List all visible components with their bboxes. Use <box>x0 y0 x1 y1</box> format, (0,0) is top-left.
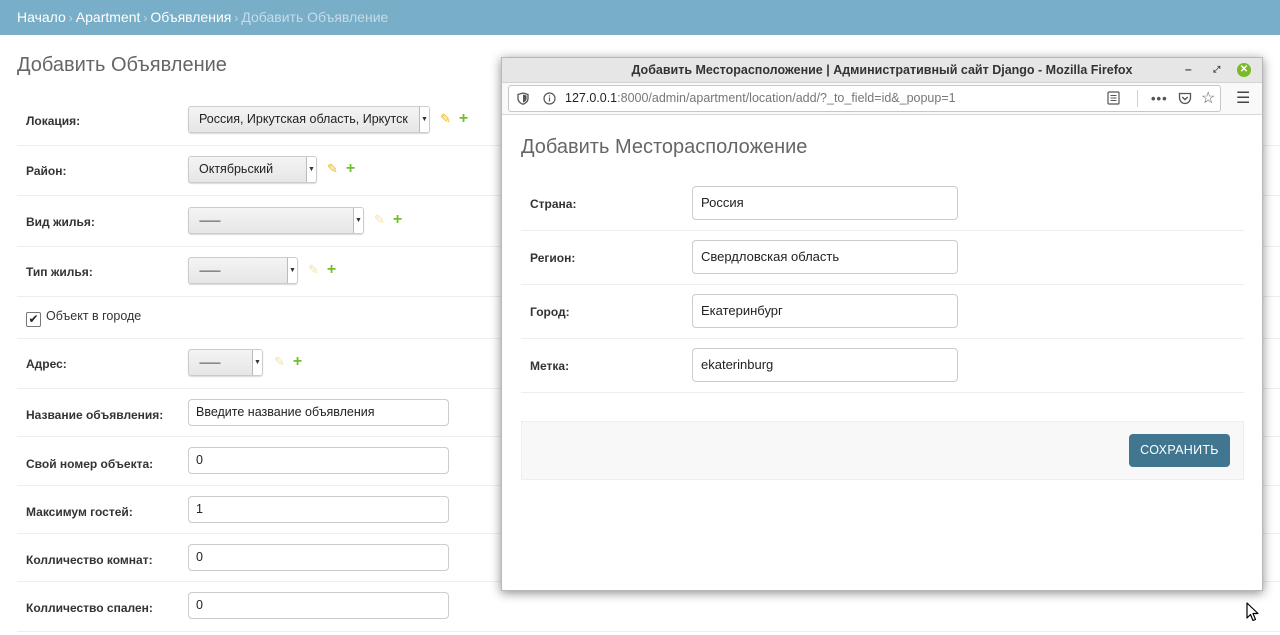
region-input[interactable]: Свердловская область <box>692 240 958 274</box>
form-row-slug: Метка: ekaterinburg <box>521 339 1244 393</box>
minimize-icon[interactable]: – <box>1185 58 1192 83</box>
in-city-label: Объект в городе <box>46 309 142 323</box>
window-title: Добавить Месторасположение | Администрат… <box>631 63 1133 77</box>
chevron-down-icon <box>353 208 363 233</box>
more-icon[interactable]: ••• <box>1151 86 1168 111</box>
url-text[interactable]: 127.0.0.1:8000/admin/apartment/location/… <box>565 86 956 111</box>
max-guests-input[interactable]: 1 <box>188 496 449 523</box>
mouse-cursor-icon <box>1246 602 1259 622</box>
breadcrumb-separator: › <box>234 11 239 25</box>
location-select[interactable]: Россия, Иркутская область, Иркутск <box>188 106 430 133</box>
slug-label: Метка: <box>530 359 570 373</box>
url-bar-divider <box>1137 90 1138 107</box>
title-input[interactable]: Введите название объявления <box>188 399 449 426</box>
in-city-checkbox-row: ✔ Объект в городе <box>26 309 141 327</box>
city-label: Город: <box>530 305 570 319</box>
popup-window: Добавить Месторасположение | Администрат… <box>501 57 1263 591</box>
close-icon[interactable]: ✕ <box>1237 63 1251 77</box>
own-number-input[interactable]: 0 <box>188 447 449 474</box>
rooms-input[interactable]: 0 <box>188 544 449 571</box>
plus-icon[interactable]: + <box>327 261 336 278</box>
pencil-icon: ✎ <box>374 212 385 227</box>
housing-type-select[interactable]: --------- <box>188 257 298 284</box>
housing-type-select-value: --------- <box>199 266 221 277</box>
city-input[interactable]: Екатеринбург <box>692 294 958 328</box>
pocket-icon[interactable] <box>1178 86 1192 111</box>
breadcrumb-separator: › <box>143 11 148 25</box>
url-bar[interactable]: 127.0.0.1:8000/admin/apartment/location/… <box>508 85 1221 112</box>
district-select[interactable]: Октябрьский <box>188 156 317 183</box>
chevron-down-icon <box>419 107 429 132</box>
star-icon[interactable]: ☆ <box>1201 86 1215 111</box>
housing-kind-select[interactable]: --------- <box>188 207 364 234</box>
breadcrumb-home-link[interactable]: Начало <box>17 9 66 25</box>
pencil-icon: ✎ <box>308 262 319 277</box>
maximize-icon[interactable]: ⤢ <box>1213 58 1220 83</box>
reader-view-icon[interactable] <box>1107 86 1120 111</box>
district-select-value: Октябрьский <box>199 162 274 176</box>
address-select[interactable]: --------- <box>188 349 263 376</box>
rooms-label: Колличество комнат: <box>26 553 153 567</box>
url-path: :8000/admin/apartment/location/add/?_to_… <box>617 91 956 105</box>
pencil-icon[interactable]: ✎ <box>440 111 451 127</box>
form-row-city: Город: Екатеринбург <box>521 285 1244 339</box>
plus-icon[interactable]: + <box>346 160 355 177</box>
window-titlebar[interactable]: Добавить Месторасположение | Администрат… <box>502 58 1262 83</box>
country-label: Страна: <box>530 197 577 211</box>
save-button[interactable]: СОХРАНИТЬ <box>1129 434 1230 467</box>
shield-icon[interactable] <box>517 86 529 111</box>
chevron-down-icon <box>306 157 316 182</box>
slug-input[interactable]: ekaterinburg <box>692 348 958 382</box>
breadcrumb: Начало › Apartment › Объявления › Добавить Объ… <box>0 0 1280 35</box>
form-row-region: Регион: Свердловская область <box>521 231 1244 285</box>
country-input[interactable]: Россия <box>692 186 958 220</box>
address-select-value: --------- <box>199 358 221 369</box>
breadcrumb-app-link[interactable]: Apartment <box>76 9 141 25</box>
page-title: Добавить Объявление <box>17 54 227 76</box>
title-label: Название объявления: <box>26 408 164 422</box>
housing-type-label: Тип жилья: <box>26 265 93 279</box>
form-row-country: Страна: Россия <box>521 177 1244 231</box>
address-label: Адрес: <box>26 357 67 371</box>
housing-kind-select-value: --------- <box>199 216 221 227</box>
breadcrumb-separator: › <box>68 11 73 25</box>
breadcrumb-model-link[interactable]: Объявления <box>150 9 231 25</box>
max-guests-label: Максимум гостей: <box>26 505 133 519</box>
plus-icon[interactable]: + <box>393 211 402 228</box>
location-label: Локация: <box>26 114 81 128</box>
bedrooms-label: Колличество спален: <box>26 601 153 615</box>
breadcrumb-current: Добавить Объявление <box>241 9 389 25</box>
pencil-icon: ✎ <box>274 354 285 369</box>
housing-kind-label: Вид жилья: <box>26 215 95 229</box>
info-icon[interactable] <box>543 86 556 111</box>
own-number-label: Свой номер объекта: <box>26 457 154 471</box>
submit-row: СОХРАНИТЬ <box>521 421 1244 480</box>
chevron-down-icon <box>287 258 297 283</box>
location-select-value: Россия, Иркутская область, Иркутск <box>199 112 408 126</box>
plus-icon[interactable]: + <box>293 353 302 370</box>
browser-toolbar: 127.0.0.1:8000/admin/apartment/location/… <box>502 83 1262 115</box>
in-city-checkbox[interactable]: ✔ <box>26 312 41 327</box>
pencil-icon[interactable]: ✎ <box>327 161 338 177</box>
hamburger-icon[interactable]: ☰ <box>1236 83 1250 115</box>
popup-page-title: Добавить Месторасположение <box>521 136 808 158</box>
chevron-down-icon <box>252 350 262 375</box>
region-label: Регион: <box>530 251 576 265</box>
bedrooms-input[interactable]: 0 <box>188 592 449 619</box>
district-label: Район: <box>26 164 67 178</box>
plus-icon[interactable]: + <box>459 110 468 127</box>
url-host: 127.0.0.1 <box>565 91 618 105</box>
